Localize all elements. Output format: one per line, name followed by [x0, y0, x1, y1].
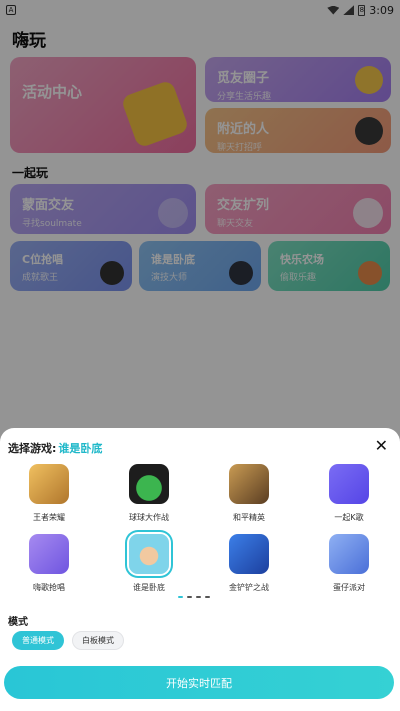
page-dot [187, 596, 192, 598]
eggy-party-icon [329, 534, 369, 574]
karaoke-icon [329, 464, 369, 504]
start-match-button[interactable]: 开始实时匹配 [4, 666, 394, 699]
game-item[interactable]: 球球大作战 [109, 464, 189, 523]
mode-whiteboard-button[interactable]: 白板模式 [72, 631, 124, 650]
game-label: 金铲铲之战 [229, 583, 269, 592]
page-indicator [178, 596, 210, 598]
game-label: 球球大作战 [129, 513, 169, 522]
game-label: 蛋仔派对 [333, 583, 365, 592]
undercover-icon [129, 534, 169, 574]
game-item[interactable]: 蛋仔派对 [309, 534, 389, 593]
ball-battle-icon [129, 464, 169, 504]
game-item[interactable]: 和平精英 [209, 464, 289, 523]
sheet-header: 选择游戏: 谁是卧底 [8, 440, 102, 456]
close-icon[interactable]: ✕ [375, 436, 388, 455]
game-label: 和平精英 [233, 513, 265, 522]
honor-of-kings-icon [29, 464, 69, 504]
game-item[interactable]: 王者荣耀 [9, 464, 89, 523]
sing-grab-icon [29, 534, 69, 574]
page-dot [178, 596, 183, 598]
game-item[interactable]: 金铲铲之战 [209, 534, 289, 593]
selected-game-name: 谁是卧底 [58, 442, 103, 455]
mode-title: 模式 [8, 617, 28, 628]
game-label: 嗨歌抢唱 [33, 583, 65, 592]
game-select-sheet: 选择游戏: 谁是卧底 ✕ 王者荣耀 球球大作战 和平精英 一起K歌 嗨歌抢唱 谁… [0, 428, 400, 711]
game-item[interactable]: 嗨歌抢唱 [9, 534, 89, 593]
game-item-selected[interactable]: 谁是卧底 [109, 534, 189, 593]
game-label: 谁是卧底 [133, 583, 165, 592]
golden-spatula-icon [229, 534, 269, 574]
game-label: 一起K歌 [334, 513, 364, 522]
sheet-header-label: 选择游戏: [8, 442, 57, 455]
peace-elite-icon [229, 464, 269, 504]
game-label: 王者荣耀 [33, 513, 65, 522]
game-item[interactable]: 一起K歌 [309, 464, 389, 523]
mode-normal-button[interactable]: 普通模式 [12, 631, 64, 650]
page-dot [205, 596, 210, 598]
page-dot [196, 596, 201, 598]
